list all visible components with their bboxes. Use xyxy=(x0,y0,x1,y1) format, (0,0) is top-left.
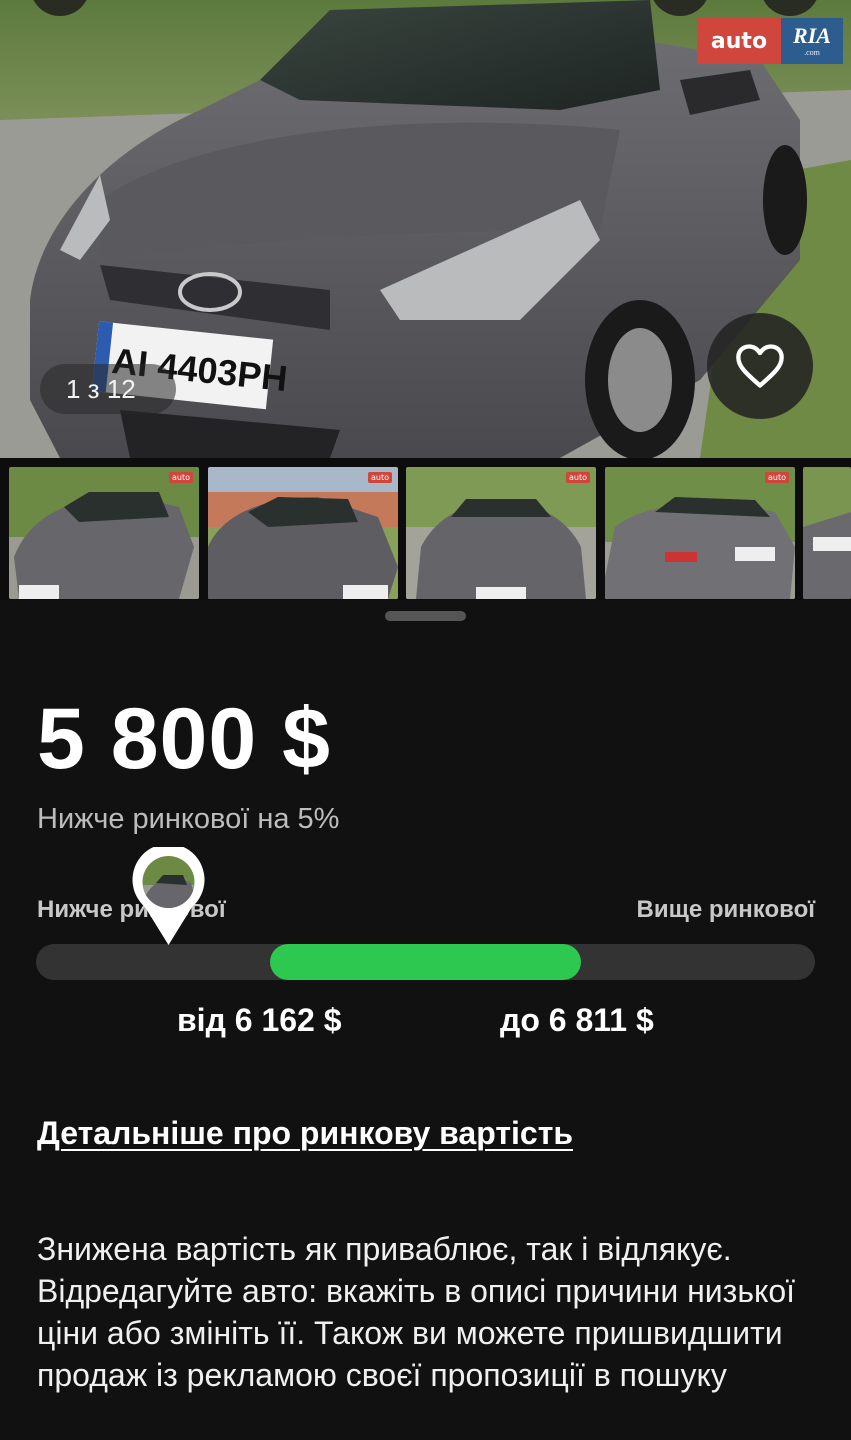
sheet-drag-handle[interactable] xyxy=(385,611,466,621)
market-value-details-link[interactable]: Детальніше про ринкову вартість xyxy=(37,1115,573,1152)
thumbnail-image xyxy=(803,467,851,599)
logo-auto: auto xyxy=(697,18,781,64)
logo-ria: RIA .com xyxy=(781,18,843,64)
logo-ria-text: RIA xyxy=(793,23,831,48)
thumbnail-watermark: auto xyxy=(367,472,392,483)
price-marker-pin xyxy=(132,847,205,945)
thumbnail-watermark: auto xyxy=(168,472,193,483)
low-price-advice: Знижена вартість як приваблює, так і від… xyxy=(37,1231,796,1393)
main-photo[interactable]: AI 4403PH auto RIA .com 1 з 12 xyxy=(0,0,851,458)
price-comparison: Нижче ринкової на 5% xyxy=(37,803,340,835)
thumbnail-image xyxy=(605,467,795,599)
market-range-bar xyxy=(270,944,581,980)
logo-ria-suffix: .com xyxy=(804,48,820,57)
thumbnail-watermark: auto xyxy=(565,472,590,483)
price-value: 5 800 $ xyxy=(37,691,331,787)
thumbnail-image xyxy=(208,467,398,599)
thumbnail-3[interactable]: auto xyxy=(406,467,596,599)
thumbnail-watermark: auto xyxy=(764,472,789,483)
market-range-to: до 6 811 $ xyxy=(500,1002,654,1038)
thumbnail-5[interactable] xyxy=(803,467,851,599)
favorite-button[interactable] xyxy=(707,313,813,419)
thumbnail-4[interactable]: auto xyxy=(605,467,795,599)
thumbnail-image xyxy=(9,467,199,599)
autoria-logo: auto RIA .com xyxy=(697,18,843,64)
thumbnail-1[interactable]: auto xyxy=(9,467,199,599)
market-range-from: від 6 162 $ xyxy=(177,1002,342,1038)
thumbnail-2[interactable]: auto xyxy=(208,467,398,599)
price-sheet: 5 800 $ Нижче ринкової на 5% Нижче ринко… xyxy=(0,600,851,1440)
scale-label-above: Вище ринкової xyxy=(636,896,815,923)
thumbnail-image xyxy=(406,467,596,599)
thumbnail-strip[interactable]: auto auto auto auto xyxy=(0,458,851,600)
heart-icon xyxy=(736,344,784,388)
photo-counter: 1 з 12 xyxy=(40,364,176,414)
